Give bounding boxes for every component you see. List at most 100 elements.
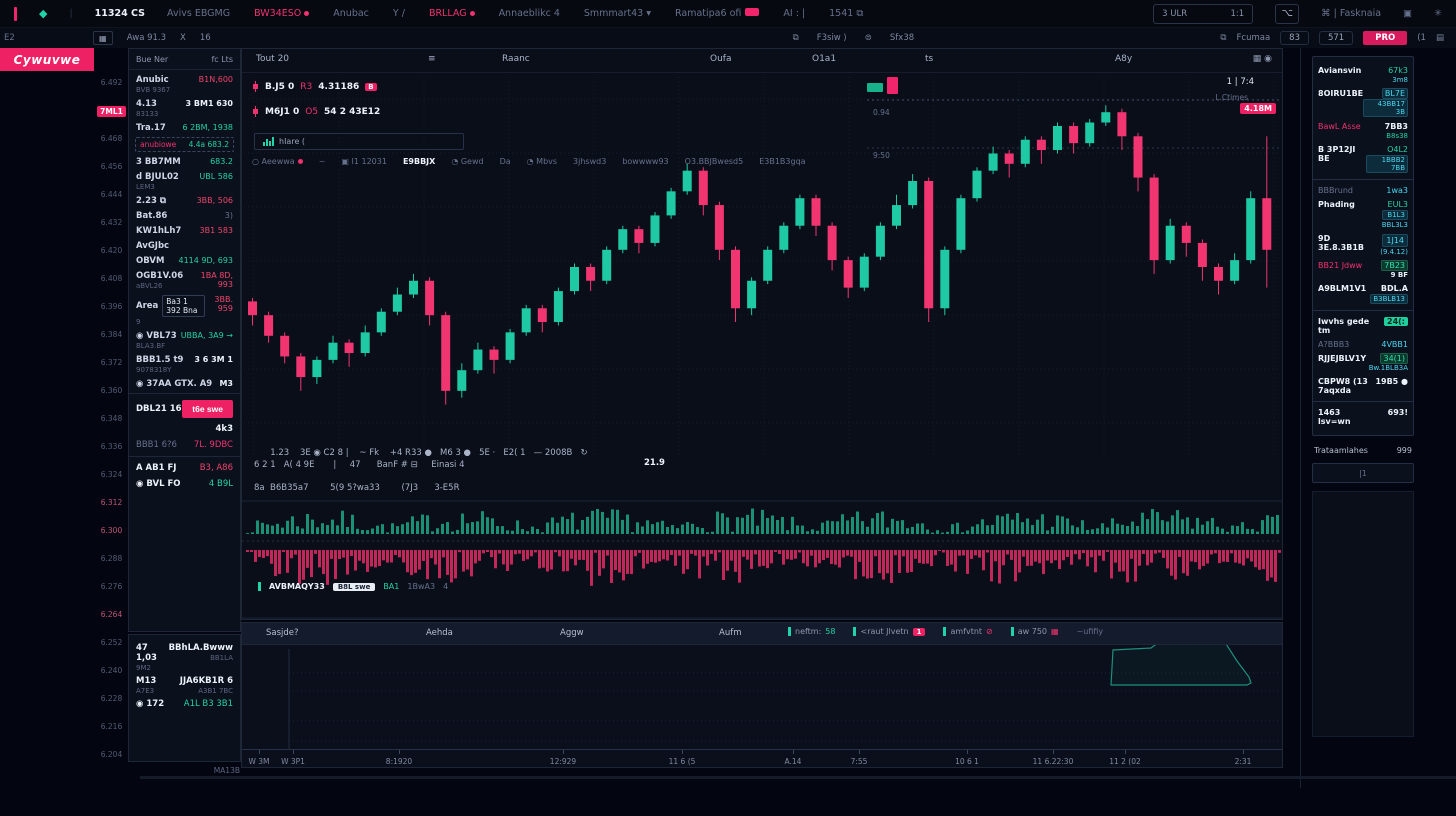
search-input[interactable]: 3 ULR 1:1: [1153, 4, 1253, 24]
chart-tab-4[interactable]: O1a1: [812, 54, 836, 64]
buy-button[interactable]: t6e swe: [182, 400, 233, 418]
chart-tab-5[interactable]: ts: [925, 54, 933, 64]
indicator-chip[interactable]: hIare (: [254, 133, 464, 150]
toolbar-center-item-3[interactable]: Sfx38: [890, 33, 914, 43]
watchlist-row[interactable]: 2.23 ⧉3BB, 506: [129, 193, 240, 208]
watchlist-row[interactable]: AnubicBVB 9367B1N,600: [129, 72, 240, 96]
toolbar-chip-2[interactable]: ▣ I1 12031: [341, 157, 387, 166]
top-nav-item-5[interactable]: Annaeblikc 4: [499, 8, 560, 19]
orders-column-1[interactable]: Aehda: [426, 628, 453, 638]
top-nav-item-1[interactable]: BW34ESO: [254, 8, 309, 19]
toolbar-chip-7[interactable]: 3jhswd3: [573, 157, 606, 166]
tab-571[interactable]: 571: [1319, 31, 1353, 45]
pro-button[interactable]: PRO: [1363, 31, 1407, 45]
toolbar-chip-4[interactable]: ◔ Gewd: [451, 157, 483, 166]
details-row[interactable]: 1463 lsv=wn693!: [1318, 408, 1408, 426]
watchlist-row[interactable]: ◉ 37AA GTX. A9M3: [129, 376, 240, 391]
chart-tab-6[interactable]: A8y: [1115, 54, 1132, 64]
chart-tab-3[interactable]: Oufa: [710, 54, 731, 64]
toolbar-center-item-1[interactable]: F3siw ⟩: [817, 33, 847, 43]
trading-terminal: ◆ | 11324 CS Avivs EBGMGBW34ESOAnubacY /…: [0, 0, 1456, 816]
top-nav-item-9[interactable]: 1541 ⧉: [829, 8, 863, 19]
option-icon[interactable]: ⌥: [1275, 4, 1299, 24]
watchlist-close-icon[interactable]: X: [180, 33, 186, 43]
orders-column-2[interactable]: Aggw: [560, 628, 584, 638]
toolbar-chip-3[interactable]: E9BBJX: [403, 157, 435, 166]
chart-tab-0[interactable]: Tout 20: [256, 54, 289, 64]
toolbar-center-item-0[interactable]: ⧉: [793, 33, 799, 43]
top-nav-item-2[interactable]: Anubac: [333, 8, 369, 19]
layout-grid-icon[interactable]: ▦: [93, 31, 113, 45]
toolbar-chip-8[interactable]: bowwww93: [622, 157, 668, 166]
watchlist-row[interactable]: Bat.863): [129, 208, 240, 223]
details-row[interactable]: A9BLM1V1BDL.AB3BLB13: [1318, 284, 1408, 304]
details-row[interactable]: 8OIRU1BEBL7E43BB17 3B: [1318, 89, 1408, 117]
details-row[interactable]: Iwvhs gede tm24(:: [1318, 317, 1408, 335]
watchlist-filter[interactable]: Awa 91.3: [127, 33, 166, 43]
chat-icon[interactable]: ▤: [1436, 33, 1444, 43]
watchlist-row[interactable]: KW1hLh73B1 583: [129, 223, 240, 238]
volume-pill[interactable]: B8L swe: [333, 583, 375, 591]
alert-marker-green[interactable]: [867, 83, 883, 92]
horizontal-scrollbar[interactable]: [140, 776, 1456, 779]
watchlist-row[interactable]: BBB1.5 t99078318Y3 6 3M 1: [129, 352, 240, 376]
details-row[interactable]: A?BBB34VBB1: [1318, 340, 1408, 349]
top-nav-item-8[interactable]: AI : |: [783, 8, 805, 19]
price-tick: 6.432: [97, 218, 126, 227]
price-scale[interactable]: 6.4927ML16.4686.4566.4446.4326.4206.4086…: [95, 48, 128, 788]
toolbar-chip-1[interactable]: ~: [319, 157, 326, 166]
toolbar-chip-6[interactable]: ◔ Mbvs: [527, 157, 557, 166]
alert-marker-pink[interactable]: [887, 77, 898, 94]
window-icon[interactable]: ⧉: [1220, 33, 1226, 43]
filter-chip-0[interactable]: neftm:58: [788, 627, 835, 636]
brand-logo[interactable]: Cywuvwe: [0, 48, 94, 71]
account-menu[interactable]: ⌘ | Fasknaia: [1321, 8, 1381, 19]
filter-chip-4[interactable]: ~ufifiy: [1077, 627, 1104, 636]
watchlist-row[interactable]: d BJUL02LEM3UBL 586: [129, 169, 240, 193]
chart-tab-1[interactable]: ≡: [428, 54, 436, 64]
top-nav-item-4[interactable]: BRLLAG: [429, 8, 475, 19]
toolbar-chip-9[interactable]: O3.BBJBwesd5: [685, 157, 744, 166]
details-row[interactable]: BawL Asse7BB3B8s38: [1318, 122, 1408, 140]
top-nav-item-7[interactable]: Ramatipa6 ofi: [675, 8, 759, 19]
top-nav-item-0[interactable]: Avivs EBGMG: [167, 8, 230, 19]
watchlist-row[interactable]: 3 BB7MM683.2: [129, 154, 240, 169]
details-row[interactable]: B 3P12JI BEO4L21BBB2 7BB: [1318, 145, 1408, 173]
toolbar-chip-10[interactable]: E3B1B3gqa: [759, 157, 805, 166]
details-row[interactable]: CBPW8 (13 7aqxda19B5 ●: [1318, 377, 1408, 395]
toolbar-center-item-2[interactable]: ⊜: [865, 33, 872, 43]
orders-column-3[interactable]: Aufm: [719, 628, 741, 638]
filter-chip-2[interactable]: amfvtnt⊘: [943, 627, 992, 636]
tab-83[interactable]: 83: [1280, 31, 1309, 45]
filter-chip-3[interactable]: aw 750▦: [1011, 627, 1059, 636]
watchlist-row[interactable]: OBVM4114 9D, 693: [129, 253, 240, 268]
details-row[interactable]: 9D 3E.8.3B1B1J14(9.4.12): [1318, 234, 1408, 256]
watchlist-row[interactable]: Tra.176 2BM, 1938: [129, 120, 240, 135]
details-row[interactable]: RJJEJBLV1Y34(1)Bw.1BLB3A: [1318, 354, 1408, 372]
toolbar-chip-5[interactable]: Da: [500, 157, 511, 166]
price-input[interactable]: Ba3 1 392 Bna: [162, 295, 205, 317]
frames-label[interactable]: Fcumaa: [1237, 33, 1271, 43]
toolbar-chip-0[interactable]: ○ Aeewwa: [252, 157, 303, 166]
details-row[interactable]: BB21 Jdww7B239 BF: [1318, 261, 1408, 279]
amount-input[interactable]: |1: [1312, 463, 1414, 483]
watchlist-row[interactable]: 4.13831333 BM1 630: [129, 96, 240, 120]
watchlist-callout[interactable]: anubiowe4.4a 683.2: [135, 137, 234, 152]
top-nav-item-6[interactable]: Smmmart43 ▾: [584, 8, 651, 19]
chart-tab-icons[interactable]: ▦ ◉: [1253, 54, 1272, 64]
top-nav-item-3[interactable]: Y /: [393, 8, 405, 19]
watchlist-row[interactable]: ◉ VBL73BLA3.BFUBBA, 3A9 →: [129, 328, 240, 352]
star-icon[interactable]: ✳: [1434, 8, 1442, 19]
orders-column-0[interactable]: Sasjde?: [266, 628, 299, 638]
details-row[interactable]: BBBrund1wa3: [1318, 186, 1408, 195]
watchlist-row[interactable]: AreaBa3 1 392 Bna93BB. 959: [129, 292, 240, 328]
filter-chip-1[interactable]: <raut Jlvetn1: [853, 627, 925, 636]
chart-tab-2[interactable]: Raanc: [502, 54, 530, 64]
details-row[interactable]: Aviansvin67k33m8: [1318, 66, 1408, 84]
candlestick-chart[interactable]: [242, 73, 1282, 619]
grid-icon[interactable]: ▣: [1403, 8, 1412, 19]
details-row[interactable]: PhadingEUL3B1L3BBL3L3: [1318, 200, 1408, 229]
watchlist-row[interactable]: AvGJbc: [129, 238, 240, 253]
watchlist-row[interactable]: OGB1V.06aBVL261BA 8D, 993: [129, 268, 240, 292]
orders-table-area[interactable]: [242, 645, 1282, 749]
